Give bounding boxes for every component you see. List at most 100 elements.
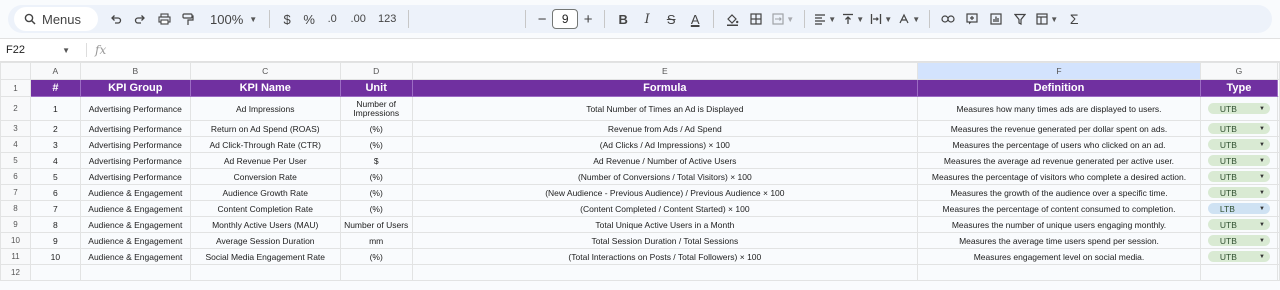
cell-definition[interactable]: Measures the growth of the audience over…: [917, 184, 1201, 201]
cell-type[interactable]: UTB ▼: [1199, 96, 1278, 121]
paint-format-icon[interactable]: [176, 7, 200, 31]
cell-definition[interactable]: Measures the percentage of visitors who …: [917, 168, 1201, 185]
zoom-select[interactable]: 100% ▼: [204, 12, 263, 27]
cell-kpi-group[interactable]: Audience & Engagement: [79, 184, 191, 201]
row-header[interactable]: 11: [0, 248, 31, 265]
column-header-e[interactable]: E: [411, 62, 919, 80]
type-dropdown-chip[interactable]: UTB ▼: [1207, 139, 1270, 150]
strikethrough-button[interactable]: S: [659, 7, 683, 31]
column-header-c[interactable]: C: [189, 62, 341, 80]
borders-icon[interactable]: [744, 7, 768, 31]
header-cell-definition[interactable]: Definition: [917, 79, 1201, 97]
cell-unit[interactable]: (%): [339, 136, 413, 153]
select-all-corner[interactable]: [0, 62, 31, 80]
cell-formula[interactable]: Revenue from Ads / Ad Spend: [411, 120, 919, 137]
redo-icon[interactable]: [128, 7, 152, 31]
align-horizontal-icon[interactable]: ▼: [811, 7, 839, 31]
header-cell-formula[interactable]: Formula: [411, 79, 919, 97]
decrease-decimal-button[interactable]: .0: [320, 7, 344, 31]
cell-unit[interactable]: (%): [339, 120, 413, 137]
cell-unit[interactable]: (%): [339, 248, 413, 265]
filter-icon[interactable]: [1008, 7, 1032, 31]
cell-num[interactable]: 9: [29, 232, 81, 249]
insert-comment-icon[interactable]: [960, 7, 984, 31]
type-dropdown-chip[interactable]: LTB ▼: [1207, 203, 1270, 214]
cell-formula[interactable]: Total Unique Active Users in a Month: [411, 216, 919, 233]
cell-type[interactable]: UTB ▼: [1199, 136, 1278, 153]
cell-formula[interactable]: (Number of Conversions / Total Visitors)…: [411, 168, 919, 185]
type-dropdown-chip[interactable]: UTB ▼: [1207, 103, 1270, 114]
column-header-d[interactable]: D: [339, 62, 413, 80]
cell-formula[interactable]: Ad Revenue / Number of Active Users: [411, 152, 919, 169]
italic-button[interactable]: I: [635, 7, 659, 31]
cell-kpi-group[interactable]: Audience & Engagement: [79, 200, 191, 217]
font-size-input[interactable]: 9: [552, 9, 579, 29]
cell-num[interactable]: 3: [29, 136, 81, 153]
menus-search[interactable]: Menus: [14, 7, 98, 31]
cell-kpi-group[interactable]: Advertising Performance: [79, 96, 191, 121]
cell-num[interactable]: 4: [29, 152, 81, 169]
cell-num[interactable]: 6: [29, 184, 81, 201]
column-header-g[interactable]: G: [1199, 62, 1278, 80]
row-header[interactable]: 5: [0, 152, 31, 169]
cell-definition[interactable]: Measures the average time users spend pe…: [917, 232, 1201, 249]
cell-type[interactable]: UTB ▼: [1199, 152, 1278, 169]
cell-formula[interactable]: (Content Completed / Content Started) × …: [411, 200, 919, 217]
cell-type[interactable]: UTB ▼: [1199, 232, 1278, 249]
row-header[interactable]: 9: [0, 216, 31, 233]
cell-kpi-name[interactable]: Audience Growth Rate: [189, 184, 341, 201]
type-dropdown-chip[interactable]: UTB ▼: [1207, 251, 1270, 262]
cell-num[interactable]: 5: [29, 168, 81, 185]
fill-color-icon[interactable]: [720, 7, 744, 31]
undo-icon[interactable]: [104, 7, 128, 31]
number-format-button[interactable]: 123: [372, 7, 402, 31]
row-header[interactable]: 4: [0, 136, 31, 153]
cell-type[interactable]: UTB ▼: [1199, 120, 1278, 137]
cell-kpi-group[interactable]: Advertising Performance: [79, 136, 191, 153]
type-dropdown-chip[interactable]: UTB ▼: [1207, 171, 1270, 182]
cell-unit[interactable]: (%): [339, 168, 413, 185]
cell-kpi-name[interactable]: Social Media Engagement Rate: [189, 248, 341, 265]
empty-cell[interactable]: [1276, 264, 1280, 281]
cell-type[interactable]: UTB ▼: [1199, 168, 1278, 185]
type-dropdown-chip[interactable]: UTB ▼: [1207, 235, 1270, 246]
header-cell-kpi-name[interactable]: KPI Name: [189, 79, 341, 97]
cell-unit[interactable]: Number of Users: [339, 216, 413, 233]
cell-type[interactable]: UTB ▼: [1199, 216, 1278, 233]
cell-num[interactable]: 10: [29, 248, 81, 265]
cell-definition[interactable]: Measures the revenue generated per dolla…: [917, 120, 1201, 137]
cell-formula[interactable]: (New Audience - Previous Audience) / Pre…: [411, 184, 919, 201]
cell-kpi-name[interactable]: Conversion Rate: [189, 168, 341, 185]
font-size-decrease-button[interactable]: −: [532, 7, 552, 31]
percent-button[interactable]: %: [298, 7, 320, 31]
type-dropdown-chip[interactable]: UTB ▼: [1207, 123, 1270, 134]
empty-cell[interactable]: [339, 264, 413, 281]
header-cell-kpi-group[interactable]: KPI Group: [79, 79, 191, 97]
empty-cell[interactable]: [411, 264, 919, 281]
empty-cell[interactable]: [79, 264, 191, 281]
cell-formula[interactable]: Total Session Duration / Total Sessions: [411, 232, 919, 249]
cell-formula[interactable]: Total Number of Times an Ad is Displayed: [411, 96, 919, 121]
cell-definition[interactable]: Measures the average ad revenue generate…: [917, 152, 1201, 169]
insert-chart-icon[interactable]: [984, 7, 1008, 31]
cell-type[interactable]: UTB ▼: [1199, 248, 1278, 265]
functions-button[interactable]: Σ: [1062, 7, 1086, 31]
cell-unit[interactable]: (%): [339, 184, 413, 201]
cell-definition[interactable]: Measures the percentage of content consu…: [917, 200, 1201, 217]
cell-kpi-name[interactable]: Return on Ad Spend (ROAS): [189, 120, 341, 137]
header-cell-unit[interactable]: Unit: [339, 79, 413, 97]
text-wrapping-icon[interactable]: ▼: [867, 7, 895, 31]
cell-num[interactable]: 8: [29, 216, 81, 233]
empty-cell[interactable]: [29, 264, 81, 281]
cell-definition[interactable]: Measures the percentage of users who cli…: [917, 136, 1201, 153]
cell-kpi-group[interactable]: Advertising Performance: [79, 152, 191, 169]
cell-unit[interactable]: (%): [339, 200, 413, 217]
name-box[interactable]: F22 ▼: [0, 44, 76, 56]
print-icon[interactable]: [152, 7, 176, 31]
row-header[interactable]: 1: [0, 79, 31, 97]
cell-kpi-name[interactable]: Ad Revenue Per User: [189, 152, 341, 169]
cell-unit[interactable]: $: [339, 152, 413, 169]
cell-num[interactable]: 2: [29, 120, 81, 137]
type-dropdown-chip[interactable]: UTB ▼: [1207, 219, 1270, 230]
row-header[interactable]: 3: [0, 120, 31, 137]
